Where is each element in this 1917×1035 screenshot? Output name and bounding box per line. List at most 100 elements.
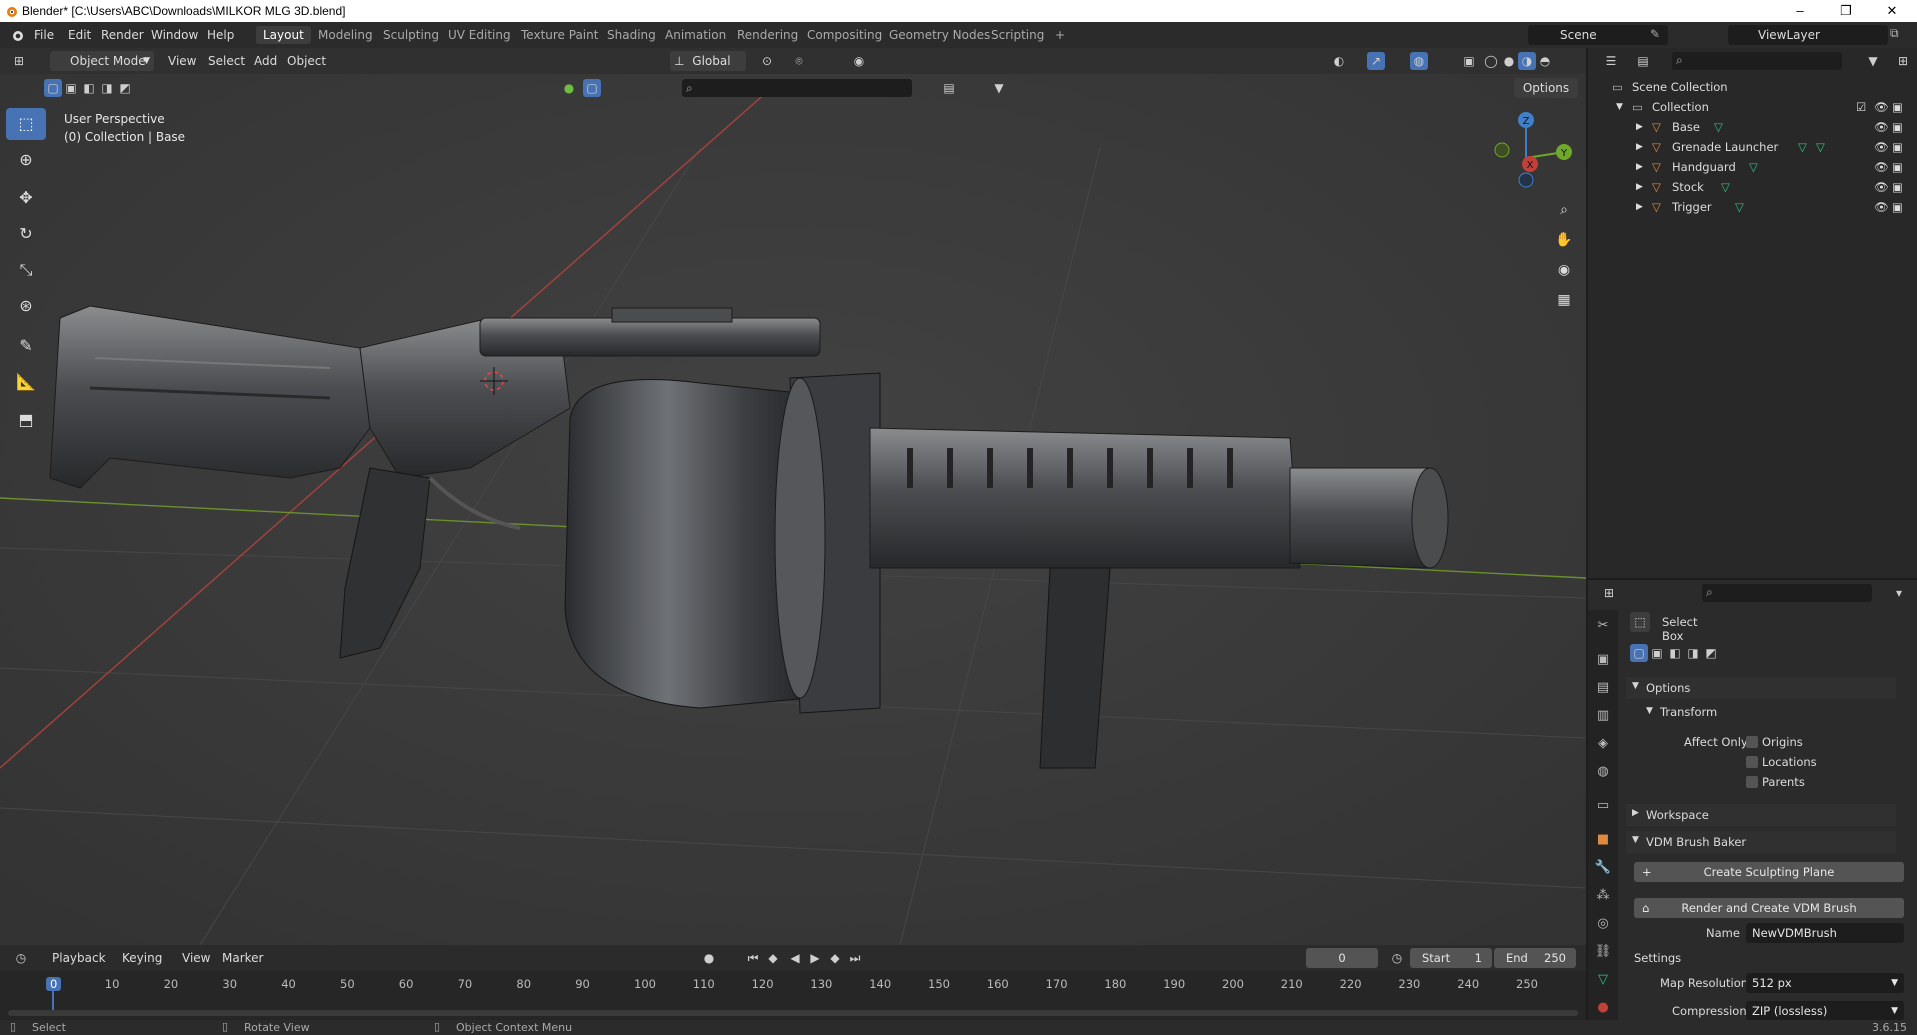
filter-icon[interactable]: ▼	[990, 79, 1008, 97]
menu-render[interactable]: Render	[101, 28, 144, 42]
render-camera-icon[interactable]: ▣	[1892, 117, 1903, 137]
measure-tool-icon[interactable]: 📐	[6, 366, 46, 398]
outliner-editor-icon[interactable]: ☰	[1602, 52, 1620, 70]
expand-arrow-icon[interactable]: ▼	[1616, 97, 1623, 117]
add-cube-tool-icon[interactable]: ⬒	[6, 404, 46, 436]
visibility-icon[interactable]: ◐	[1330, 52, 1348, 70]
navigation-gizmo[interactable]: Z Y X	[1476, 108, 1576, 208]
new-collection-icon[interactable]: ⊞	[1894, 52, 1912, 70]
data-tab-icon[interactable]: ▽	[1594, 972, 1612, 990]
workspace-section-header[interactable]: ▶ Workspace	[1626, 804, 1896, 826]
cursor-tool-icon[interactable]: ⊕	[6, 144, 46, 176]
constraints-tab-icon[interactable]: ⛓	[1594, 944, 1612, 962]
prev-keyframe-icon[interactable]: ◆	[764, 949, 782, 967]
transform-orientation-dropdown[interactable]: ⊥ Global	[670, 51, 746, 71]
mode-subtract-icon[interactable]: ◧	[1666, 644, 1684, 662]
menu-file[interactable]: File	[34, 28, 54, 42]
grid-perspective-icon[interactable]: ▦	[1552, 286, 1576, 314]
scale-tool-icon[interactable]: ⤡	[6, 254, 46, 286]
mode-intersect-icon[interactable]: ◩	[1702, 644, 1720, 662]
maximize-button[interactable]: ❐	[1823, 0, 1869, 22]
add-workspace-button[interactable]: +	[1048, 26, 1072, 44]
viewport-filter-icon[interactable]: ▢	[583, 79, 601, 97]
render-camera-icon[interactable]: ▣	[1892, 157, 1903, 177]
checkbox-box[interactable]	[1746, 756, 1758, 768]
mesh-data-icon[interactable]: ▽	[1735, 197, 1744, 217]
current-frame-field[interactable]: 0	[1306, 948, 1378, 968]
create-sculpting-plane-button[interactable]: + Create Sculpting Plane	[1634, 862, 1904, 882]
physics-tab-icon[interactable]: ◎	[1594, 916, 1612, 934]
tab-texture-paint[interactable]: Texture Paint	[514, 26, 605, 44]
material-tab-icon[interactable]: ●	[1594, 1000, 1612, 1018]
outliner-object-row[interactable]: ▶ ▽ Base ▽ 👁 ▣	[1588, 117, 1917, 137]
tab-modeling[interactable]: Modeling	[311, 26, 380, 44]
render-vdm-brush-button[interactable]: ⌂ Render and Create VDM Brush	[1634, 898, 1904, 918]
mesh-data-icon[interactable]: ▽	[1798, 137, 1807, 157]
mesh-data-icon[interactable]: ▽	[1721, 177, 1730, 197]
menu-edit[interactable]: Edit	[68, 28, 91, 42]
proportional-edit-icon[interactable]: ◉	[850, 52, 868, 70]
select-box-tool-icon[interactable]: ⬚	[6, 108, 46, 140]
start-frame-field[interactable]: Start 1	[1410, 948, 1492, 968]
outliner-collection[interactable]: ▼ ▭ Collection ☑ 👁 ▣	[1588, 97, 1917, 117]
brush-name-field[interactable]: NewVDMBrush	[1746, 923, 1904, 943]
visibility-eye-icon[interactable]: 👁	[1874, 177, 1889, 197]
tab-animation[interactable]: Animation	[658, 26, 733, 44]
play-icon[interactable]: ▶	[806, 949, 824, 967]
outliner-object-row[interactable]: ▶ ▽ Handguard ▽ 👁 ▣	[1588, 157, 1917, 177]
minimize-button[interactable]: –	[1777, 0, 1823, 22]
properties-options-icon[interactable]: ▾	[1890, 584, 1908, 602]
tool-tab-icon[interactable]: ✂	[1594, 618, 1612, 636]
tab-layout[interactable]: Layout	[256, 26, 311, 44]
expand-arrow-icon[interactable]: ▶	[1636, 117, 1643, 137]
render-camera-icon[interactable]: ▣	[1892, 177, 1903, 197]
map-resolution-dropdown[interactable]: 512 px ▼	[1746, 973, 1904, 993]
modifier-tab-icon[interactable]: 🔧	[1594, 860, 1612, 878]
outliner-scene-collection[interactable]: ▭ Scene Collection	[1588, 77, 1917, 97]
zoom-icon[interactable]: ⌕	[1552, 196, 1576, 224]
editor-type-icon[interactable]: ⊞	[10, 52, 28, 70]
menu-add[interactable]: Add	[254, 51, 277, 71]
timeline-scrollbar[interactable]	[8, 1010, 1578, 1016]
view-layer-tab-icon[interactable]: ▥	[1594, 708, 1612, 726]
wireframe-shading-icon[interactable]: ◯	[1482, 52, 1500, 70]
expand-arrow-icon[interactable]: ▶	[1636, 177, 1643, 197]
outliner-object-row[interactable]: ▶ ▽ Trigger ▽ 👁 ▣	[1588, 197, 1917, 217]
render-camera-icon[interactable]: ▣	[1892, 197, 1903, 217]
next-keyframe-icon[interactable]: ◆	[826, 949, 844, 967]
record-icon[interactable]: ●	[700, 949, 718, 967]
timeline-view-menu[interactable]: View	[182, 948, 210, 968]
properties-search-input[interactable]: ⌕	[1702, 584, 1872, 602]
expand-arrow-icon[interactable]: ▶	[1636, 157, 1643, 177]
tab-shading[interactable]: Shading	[600, 26, 663, 44]
tab-scripting[interactable]: Scripting	[984, 26, 1051, 44]
tab-compositing[interactable]: Compositing	[800, 26, 889, 44]
overlay-icon[interactable]: ◍	[1410, 52, 1428, 70]
pin-icon[interactable]: ✎	[1650, 27, 1660, 41]
checkbox-box[interactable]	[1746, 736, 1758, 748]
select-mode-subtract-icon[interactable]: ◧	[80, 79, 98, 97]
clock-icon[interactable]: ◷	[1388, 949, 1406, 967]
pan-hand-icon[interactable]: ✋	[1552, 226, 1576, 254]
select-mode-extend-icon[interactable]: ▣	[62, 79, 80, 97]
visibility-eye-icon[interactable]: 👁	[1874, 157, 1889, 177]
mode-invert-icon[interactable]: ◨	[1684, 644, 1702, 662]
checkbox-box[interactable]	[1746, 776, 1758, 788]
tab-uv-editing[interactable]: UV Editing	[441, 26, 518, 44]
output-tab-icon[interactable]: ▤	[1594, 680, 1612, 698]
menu-help[interactable]: Help	[207, 28, 234, 42]
snap-icon[interactable]: ⌾	[790, 52, 808, 70]
rendered-shading-icon[interactable]: ◓	[1536, 52, 1554, 70]
visibility-eye-icon[interactable]: 👁	[1874, 137, 1889, 157]
select-mode-new-icon[interactable]: ▢	[44, 79, 62, 97]
object-type-icon[interactable]: ●	[560, 79, 578, 97]
play-reverse-icon[interactable]: ◀	[786, 949, 804, 967]
render-camera-icon[interactable]: ▣	[1892, 97, 1903, 117]
jump-end-icon[interactable]: ⏭	[846, 949, 864, 967]
compression-dropdown[interactable]: ZIP (lossless) ▼	[1746, 1001, 1904, 1021]
jump-start-icon[interactable]: ⏮	[744, 949, 762, 967]
pivot-point-icon[interactable]: ⊙	[758, 52, 776, 70]
scene-selector[interactable]: Scene ✎	[1528, 25, 1668, 45]
move-tool-icon[interactable]: ✥	[6, 182, 46, 214]
tab-rendering[interactable]: Rendering	[730, 26, 805, 44]
